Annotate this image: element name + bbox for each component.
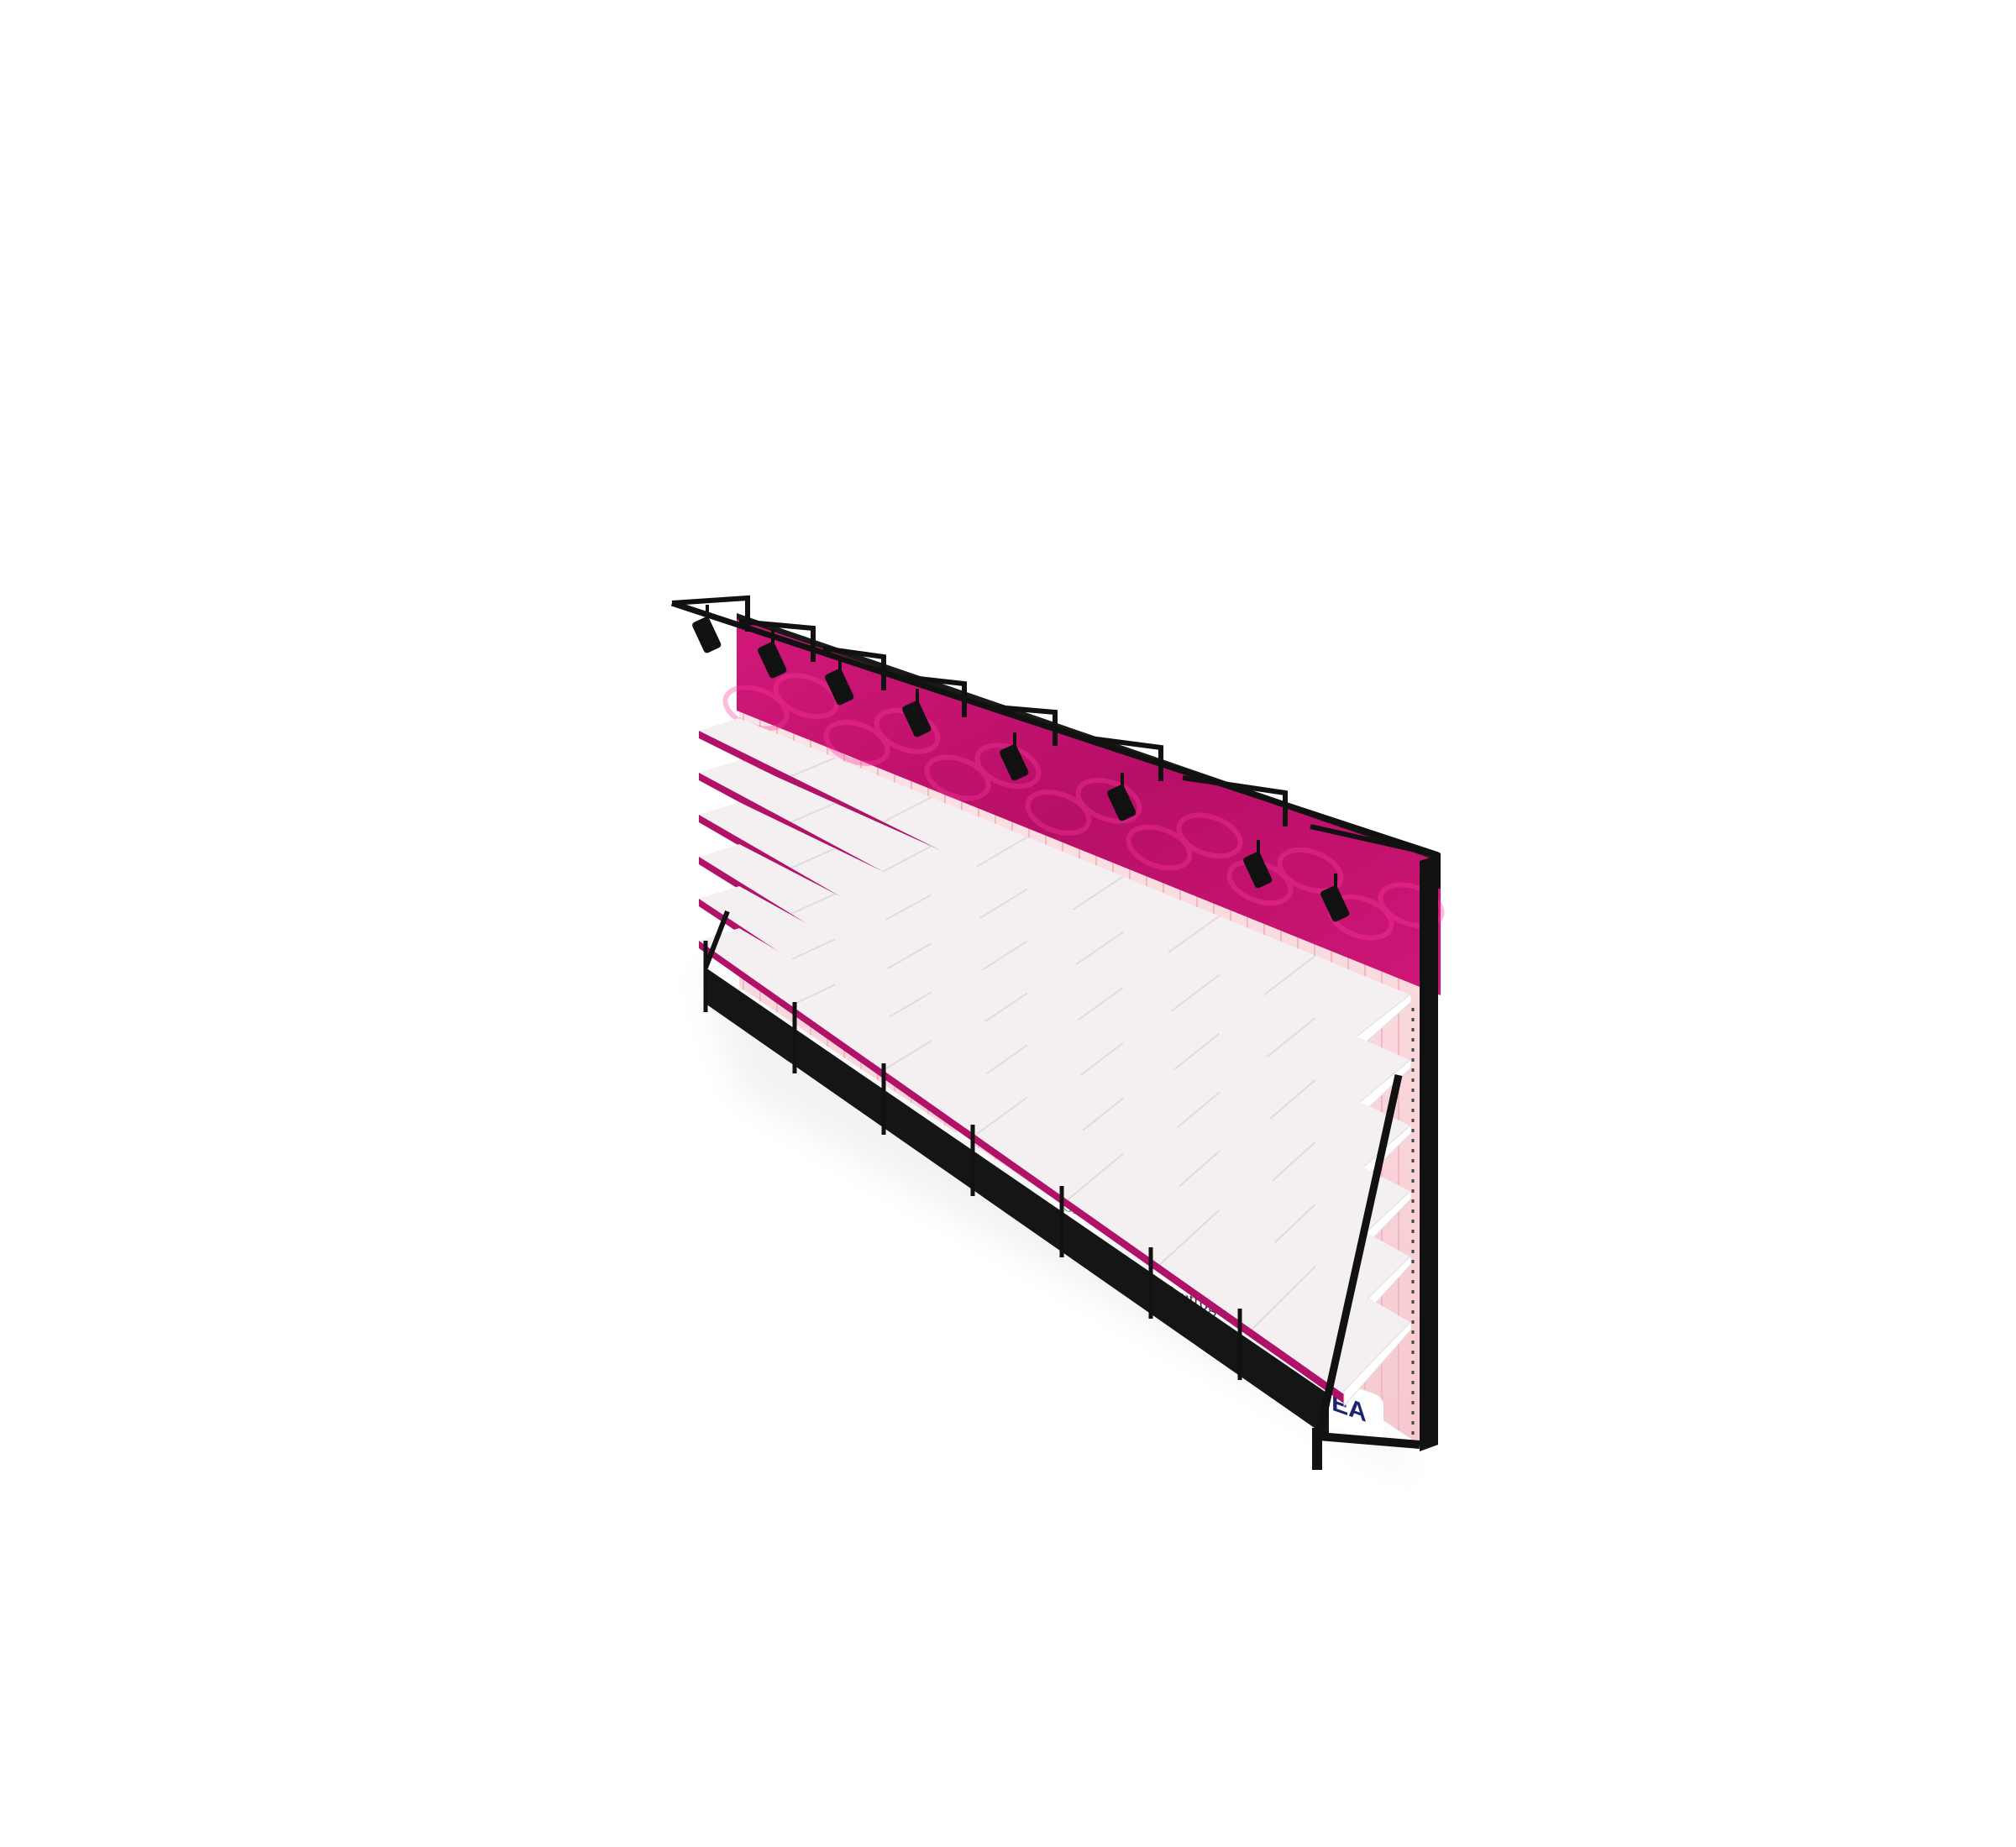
end-upright (1420, 855, 1438, 1451)
shelf-scene: L'OREALOlayOSFSimpleNeutrogenaNIVEA (670, 595, 1445, 1478)
spotlight-body (692, 617, 722, 653)
end-base-bar (1318, 1432, 1420, 1449)
